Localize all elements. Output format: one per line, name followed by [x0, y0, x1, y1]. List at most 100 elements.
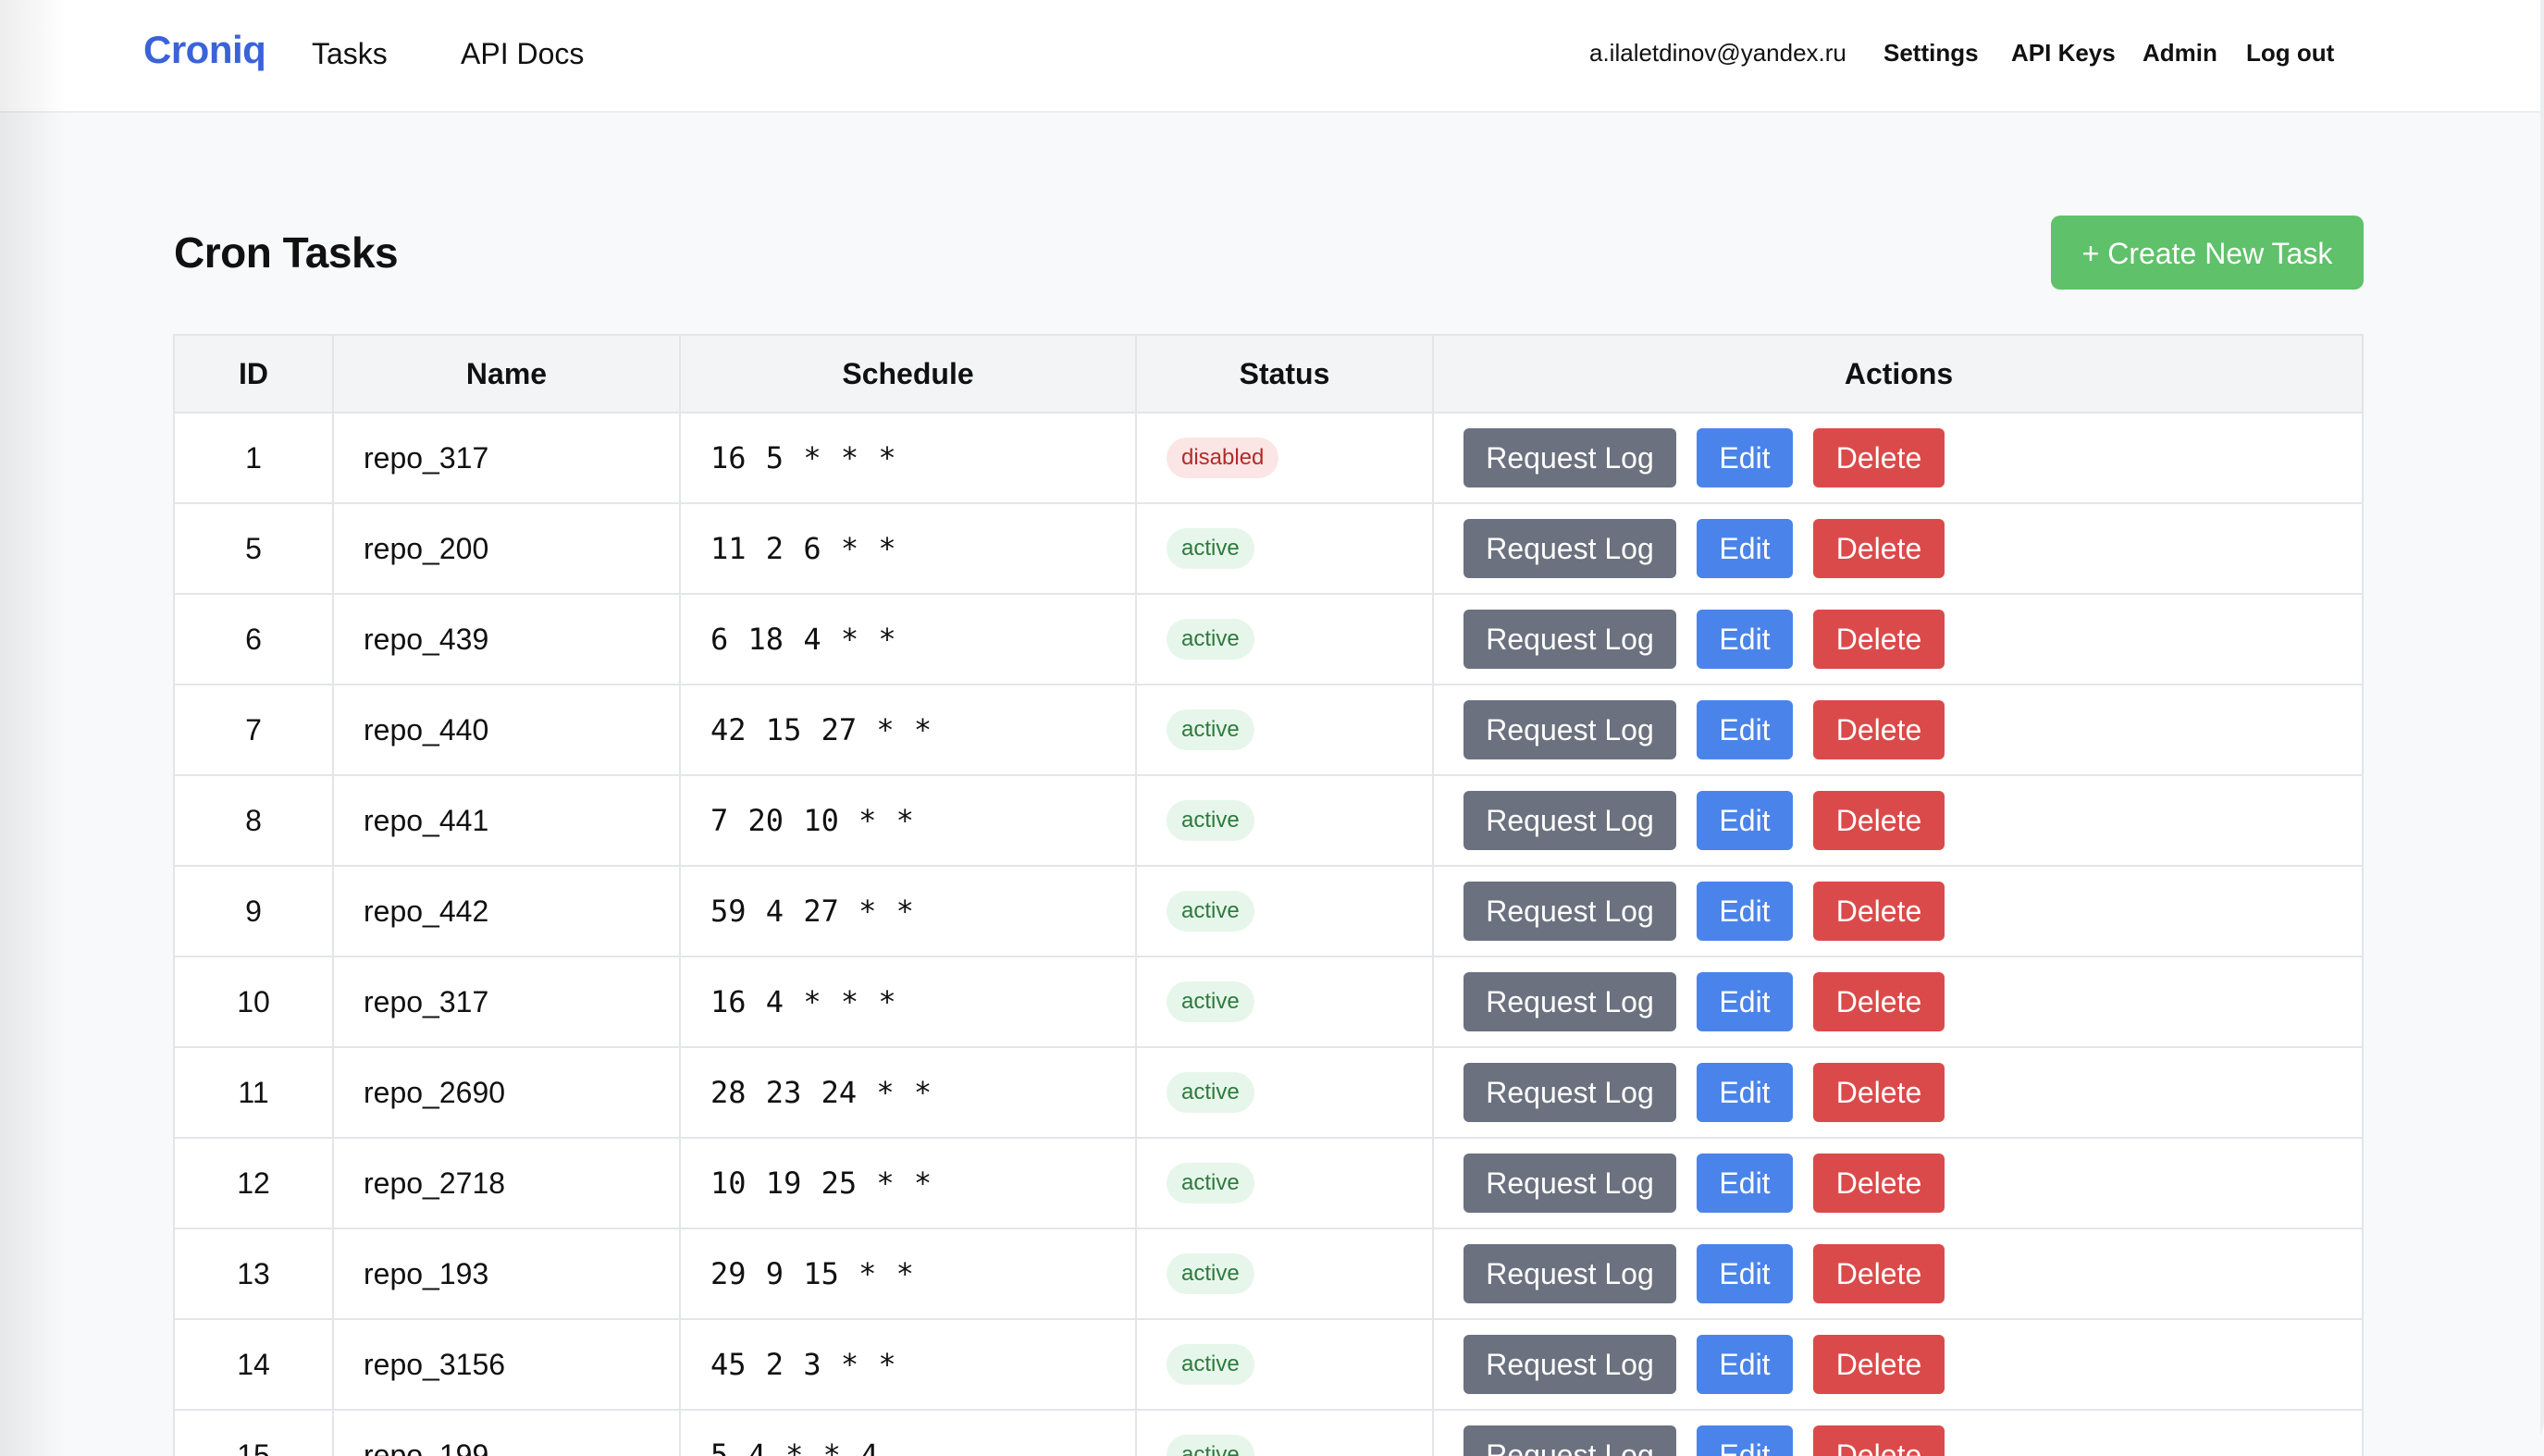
table-row: 6 repo_439 6 18 4 * * active Request Log Edit…	[175, 594, 2362, 685]
task-name: repo_442	[333, 866, 681, 957]
status-badge: disabled	[1167, 438, 1279, 478]
table-row: 13 repo_193 29 9 15 * * active Request Log Ed…	[175, 1228, 2362, 1320]
column-header-status: Status	[1136, 336, 1434, 413]
delete-button[interactable]: Delete	[1813, 1063, 1945, 1122]
task-status-cell: active	[1136, 1228, 1434, 1320]
delete-button[interactable]: Delete	[1813, 1425, 1945, 1456]
request-log-button[interactable]: Request Log	[1463, 882, 1676, 941]
column-header-actions: Actions	[1433, 336, 2362, 413]
request-log-button[interactable]: Request Log	[1463, 1335, 1676, 1394]
table-header-row: ID Name Schedule Status Actions	[175, 336, 2362, 413]
task-actions-cell: Request Log Edit Delete	[1433, 594, 2362, 685]
edit-button[interactable]: Edit	[1697, 610, 1793, 669]
column-header-name: Name	[333, 336, 681, 413]
status-badge: active	[1167, 709, 1254, 750]
task-name: repo_439	[333, 594, 681, 685]
request-log-button[interactable]: Request Log	[1463, 791, 1676, 850]
edit-button[interactable]: Edit	[1697, 972, 1793, 1031]
delete-button[interactable]: Delete	[1813, 1154, 1945, 1213]
table-row: 11 repo_2690 28 23 24 * * active Request Log…	[175, 1047, 2362, 1139]
task-status-cell: active	[1136, 1319, 1434, 1411]
nav-link-api-docs[interactable]: API Docs	[461, 37, 584, 71]
task-name: repo_440	[333, 685, 681, 776]
table-row: 15 repo_199 5 4 * * 4 active Request Log Edit…	[175, 1410, 2362, 1456]
status-badge: active	[1167, 619, 1254, 660]
task-schedule: 10 19 25 * *	[680, 1138, 1137, 1229]
task-actions-cell: Request Log Edit Delete	[1433, 503, 2362, 595]
brand-logo[interactable]: Croniq	[143, 28, 266, 72]
task-actions-cell: Request Log Edit Delete	[1433, 1047, 2362, 1139]
task-status-cell: active	[1136, 1047, 1434, 1139]
task-name: repo_441	[333, 775, 681, 867]
edit-button[interactable]: Edit	[1697, 428, 1793, 487]
edit-button[interactable]: Edit	[1697, 1063, 1793, 1122]
user-email: a.ilaletdinov@yandex.ru	[1589, 39, 1846, 67]
edit-button[interactable]: Edit	[1697, 1335, 1793, 1394]
task-id: 7	[175, 685, 334, 776]
request-log-button[interactable]: Request Log	[1463, 1063, 1676, 1122]
task-name: repo_193	[333, 1228, 681, 1320]
delete-button[interactable]: Delete	[1813, 519, 1945, 578]
table-row: 9 repo_442 59 4 27 * * active Request Log Edi…	[175, 866, 2362, 957]
task-name: repo_200	[333, 503, 681, 595]
delete-button[interactable]: Delete	[1813, 428, 1945, 487]
task-status-cell: disabled	[1136, 413, 1434, 504]
status-badge: active	[1167, 1435, 1254, 1456]
delete-button[interactable]: Delete	[1813, 972, 1945, 1031]
edit-button[interactable]: Edit	[1697, 1154, 1793, 1213]
task-id: 5	[175, 503, 334, 595]
task-status-cell: active	[1136, 685, 1434, 776]
request-log-button[interactable]: Request Log	[1463, 428, 1676, 487]
delete-button[interactable]: Delete	[1813, 610, 1945, 669]
task-actions-cell: Request Log Edit Delete	[1433, 866, 2362, 957]
request-log-button[interactable]: Request Log	[1463, 1244, 1676, 1303]
create-task-button[interactable]: + Create New Task	[2051, 216, 2364, 290]
table-row: 1 repo_317 16 5 * * * disabled Request Log Ed…	[175, 413, 2362, 504]
request-log-button[interactable]: Request Log	[1463, 519, 1676, 578]
task-status-cell: active	[1136, 503, 1434, 595]
status-badge: active	[1167, 981, 1254, 1022]
request-log-button[interactable]: Request Log	[1463, 972, 1676, 1031]
task-schedule: 28 23 24 * *	[680, 1047, 1137, 1139]
nav-link-api-keys[interactable]: API Keys	[2011, 39, 2116, 68]
request-log-button[interactable]: Request Log	[1463, 700, 1676, 759]
task-name: repo_199	[333, 1410, 681, 1456]
edit-button[interactable]: Edit	[1697, 519, 1793, 578]
table-row: 14 repo_3156 45 2 3 * * active Request Log Ed…	[175, 1319, 2362, 1411]
request-log-button[interactable]: Request Log	[1463, 610, 1676, 669]
task-id: 14	[175, 1319, 334, 1411]
edit-button[interactable]: Edit	[1697, 1425, 1793, 1456]
task-schedule: 6 18 4 * *	[680, 594, 1137, 685]
task-schedule: 11 2 6 * *	[680, 503, 1137, 595]
column-header-id: ID	[175, 336, 334, 413]
task-schedule: 16 4 * * *	[680, 956, 1137, 1048]
page-title: Cron Tasks	[174, 228, 399, 277]
nav-link-settings[interactable]: Settings	[1883, 39, 1979, 68]
table-row: 7 repo_440 42 15 27 * * active Request Log Ed…	[175, 685, 2362, 776]
task-status-cell: active	[1136, 1410, 1434, 1456]
delete-button[interactable]: Delete	[1813, 700, 1945, 759]
request-log-button[interactable]: Request Log	[1463, 1425, 1676, 1456]
task-status-cell: active	[1136, 594, 1434, 685]
nav-link-admin[interactable]: Admin	[2143, 39, 2217, 68]
top-navbar: Croniq Tasks API Docs a.ilaletdinov@yand…	[0, 0, 2544, 113]
edit-button[interactable]: Edit	[1697, 1244, 1793, 1303]
request-log-button[interactable]: Request Log	[1463, 1154, 1676, 1213]
task-actions-cell: Request Log Edit Delete	[1433, 685, 2362, 776]
task-actions-cell: Request Log Edit Delete	[1433, 1319, 2362, 1411]
task-actions-cell: Request Log Edit Delete	[1433, 1138, 2362, 1229]
edit-button[interactable]: Edit	[1697, 791, 1793, 850]
task-id: 1	[175, 413, 334, 504]
nav-link-tasks[interactable]: Tasks	[312, 37, 388, 71]
nav-link-log-out[interactable]: Log out	[2246, 39, 2334, 68]
delete-button[interactable]: Delete	[1813, 1244, 1945, 1303]
task-id: 15	[175, 1410, 334, 1456]
delete-button[interactable]: Delete	[1813, 791, 1945, 850]
delete-button[interactable]: Delete	[1813, 882, 1945, 941]
edit-button[interactable]: Edit	[1697, 882, 1793, 941]
task-id: 8	[175, 775, 334, 867]
task-id: 11	[175, 1047, 334, 1139]
window-edge	[2540, 0, 2544, 1456]
delete-button[interactable]: Delete	[1813, 1335, 1945, 1394]
edit-button[interactable]: Edit	[1697, 700, 1793, 759]
